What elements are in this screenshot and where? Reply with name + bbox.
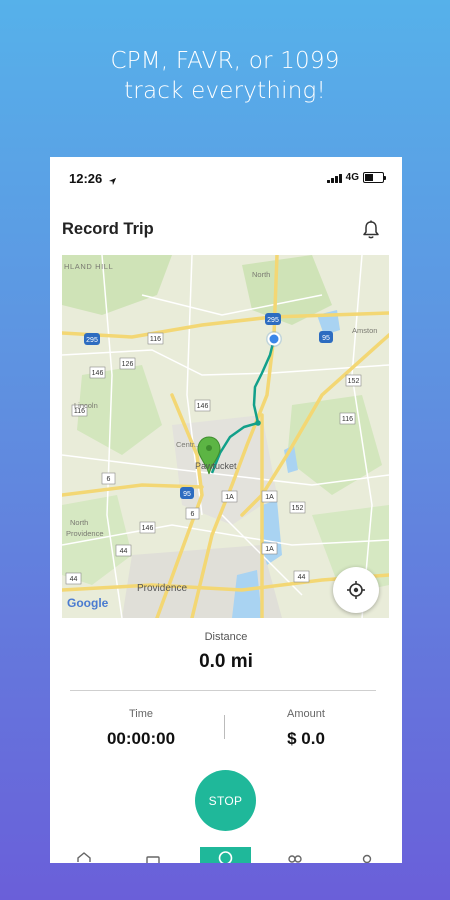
svg-text:North: North bbox=[70, 518, 88, 527]
shield-route: 44 bbox=[65, 572, 82, 585]
stop-button[interactable]: STOP bbox=[195, 770, 256, 831]
status-time: 12:26 bbox=[69, 171, 103, 186]
shield-interstate: 95 bbox=[319, 331, 333, 343]
svg-text:126: 126 bbox=[122, 361, 134, 368]
route-point bbox=[255, 420, 261, 426]
divider bbox=[70, 690, 376, 691]
svg-text:295: 295 bbox=[267, 317, 279, 324]
signal-icon bbox=[326, 173, 342, 183]
shield-route: 146 bbox=[89, 366, 106, 379]
promo-line-2: track everything! bbox=[124, 78, 326, 104]
distance-value: 0.0 mi bbox=[199, 651, 253, 672]
svg-text:Pawtucket: Pawtucket bbox=[195, 461, 237, 471]
svg-text:152: 152 bbox=[348, 378, 360, 385]
shield-route: 1A bbox=[221, 490, 238, 503]
profile-tab-icon[interactable] bbox=[360, 851, 374, 863]
amount-label: Amount bbox=[287, 708, 325, 720]
svg-text:95: 95 bbox=[322, 335, 330, 342]
svg-text:Providence: Providence bbox=[137, 583, 187, 594]
phone-screen: 12:26 4G Record Trip 295 295 116 146 95 … bbox=[50, 157, 402, 863]
svg-text:1A: 1A bbox=[265, 546, 274, 553]
shield-interstate: 295 bbox=[265, 313, 281, 325]
record-tab-active[interactable] bbox=[200, 847, 251, 863]
shield-route: 152 bbox=[345, 374, 362, 387]
svg-text:44: 44 bbox=[298, 574, 306, 581]
location-arrow-icon bbox=[108, 173, 117, 191]
shield-route: 146 bbox=[194, 399, 211, 412]
svg-text:1A: 1A bbox=[265, 494, 274, 501]
svg-text:44: 44 bbox=[70, 576, 78, 583]
status-bar: 12:26 4G bbox=[50, 171, 402, 189]
shield-route: 1A bbox=[261, 542, 278, 555]
shield-route: 116 bbox=[339, 412, 356, 425]
svg-text:HLAND HILL: HLAND HILL bbox=[64, 262, 113, 271]
page-title: Record Trip bbox=[62, 220, 154, 238]
promo-headline: CPM, FAVR, or 1099 track everything! bbox=[0, 46, 450, 106]
shield-route: 44 bbox=[293, 570, 310, 583]
amount-value: $ 0.0 bbox=[287, 729, 325, 748]
bottom-tab-bar bbox=[50, 847, 402, 863]
home-tab-icon[interactable] bbox=[76, 851, 92, 863]
shield-route: 6 bbox=[185, 507, 200, 520]
trips-tab-icon[interactable] bbox=[146, 851, 160, 863]
svg-text:6: 6 bbox=[191, 511, 195, 518]
shield-route: 44 bbox=[115, 544, 132, 557]
current-location-dot bbox=[267, 332, 281, 346]
shield-route: 1A bbox=[261, 490, 278, 503]
svg-text:146: 146 bbox=[197, 403, 209, 410]
svg-text:146: 146 bbox=[92, 370, 104, 377]
promo-line-1: CPM, FAVR, or 1099 bbox=[110, 48, 340, 74]
shield-route: 152 bbox=[289, 501, 306, 514]
svg-text:North: North bbox=[252, 270, 270, 279]
network-type: 4G bbox=[345, 172, 359, 183]
time-stat: Time 00:00:00 bbox=[66, 708, 216, 749]
svg-text:Lincoln: Lincoln bbox=[74, 401, 98, 410]
time-label: Time bbox=[128, 708, 154, 720]
stat-separator bbox=[224, 715, 225, 739]
svg-text:295: 295 bbox=[86, 337, 98, 344]
svg-text:6: 6 bbox=[107, 476, 111, 483]
crosshair-icon bbox=[347, 581, 365, 599]
team-tab-icon[interactable] bbox=[286, 851, 304, 863]
shield-interstate: 95 bbox=[180, 487, 194, 499]
svg-text:44: 44 bbox=[120, 548, 128, 555]
shield-route: 116 bbox=[147, 332, 164, 345]
svg-text:95: 95 bbox=[183, 491, 191, 498]
shield-route: 126 bbox=[119, 357, 136, 370]
record-tab-icon bbox=[218, 851, 233, 863]
bell-icon[interactable] bbox=[362, 220, 380, 245]
trip-map[interactable]: 295 295 116 146 95 126 116 146 152 116 9… bbox=[62, 255, 389, 618]
time-value: 00:00:00 bbox=[106, 729, 176, 748]
svg-text:116: 116 bbox=[342, 416, 353, 423]
svg-text:Amston: Amston bbox=[352, 326, 377, 335]
svg-text:116: 116 bbox=[150, 336, 161, 343]
svg-text:Providence: Providence bbox=[66, 529, 104, 538]
recenter-button[interactable] bbox=[333, 567, 379, 613]
svg-text:1A: 1A bbox=[225, 494, 234, 501]
distance-label: Distance bbox=[204, 631, 248, 643]
shield-route: 146 bbox=[139, 521, 156, 534]
svg-text:Centr...: Centr... bbox=[176, 440, 200, 449]
shield-interstate: 295 bbox=[84, 333, 100, 345]
google-logo: Google bbox=[67, 596, 109, 610]
svg-text:146: 146 bbox=[142, 525, 154, 532]
status-right: 4G bbox=[326, 172, 386, 183]
amount-stat: Amount $ 0.0 bbox=[231, 708, 381, 749]
battery-icon bbox=[363, 172, 386, 183]
shield-route: 6 bbox=[101, 472, 116, 485]
svg-text:152: 152 bbox=[292, 505, 304, 512]
